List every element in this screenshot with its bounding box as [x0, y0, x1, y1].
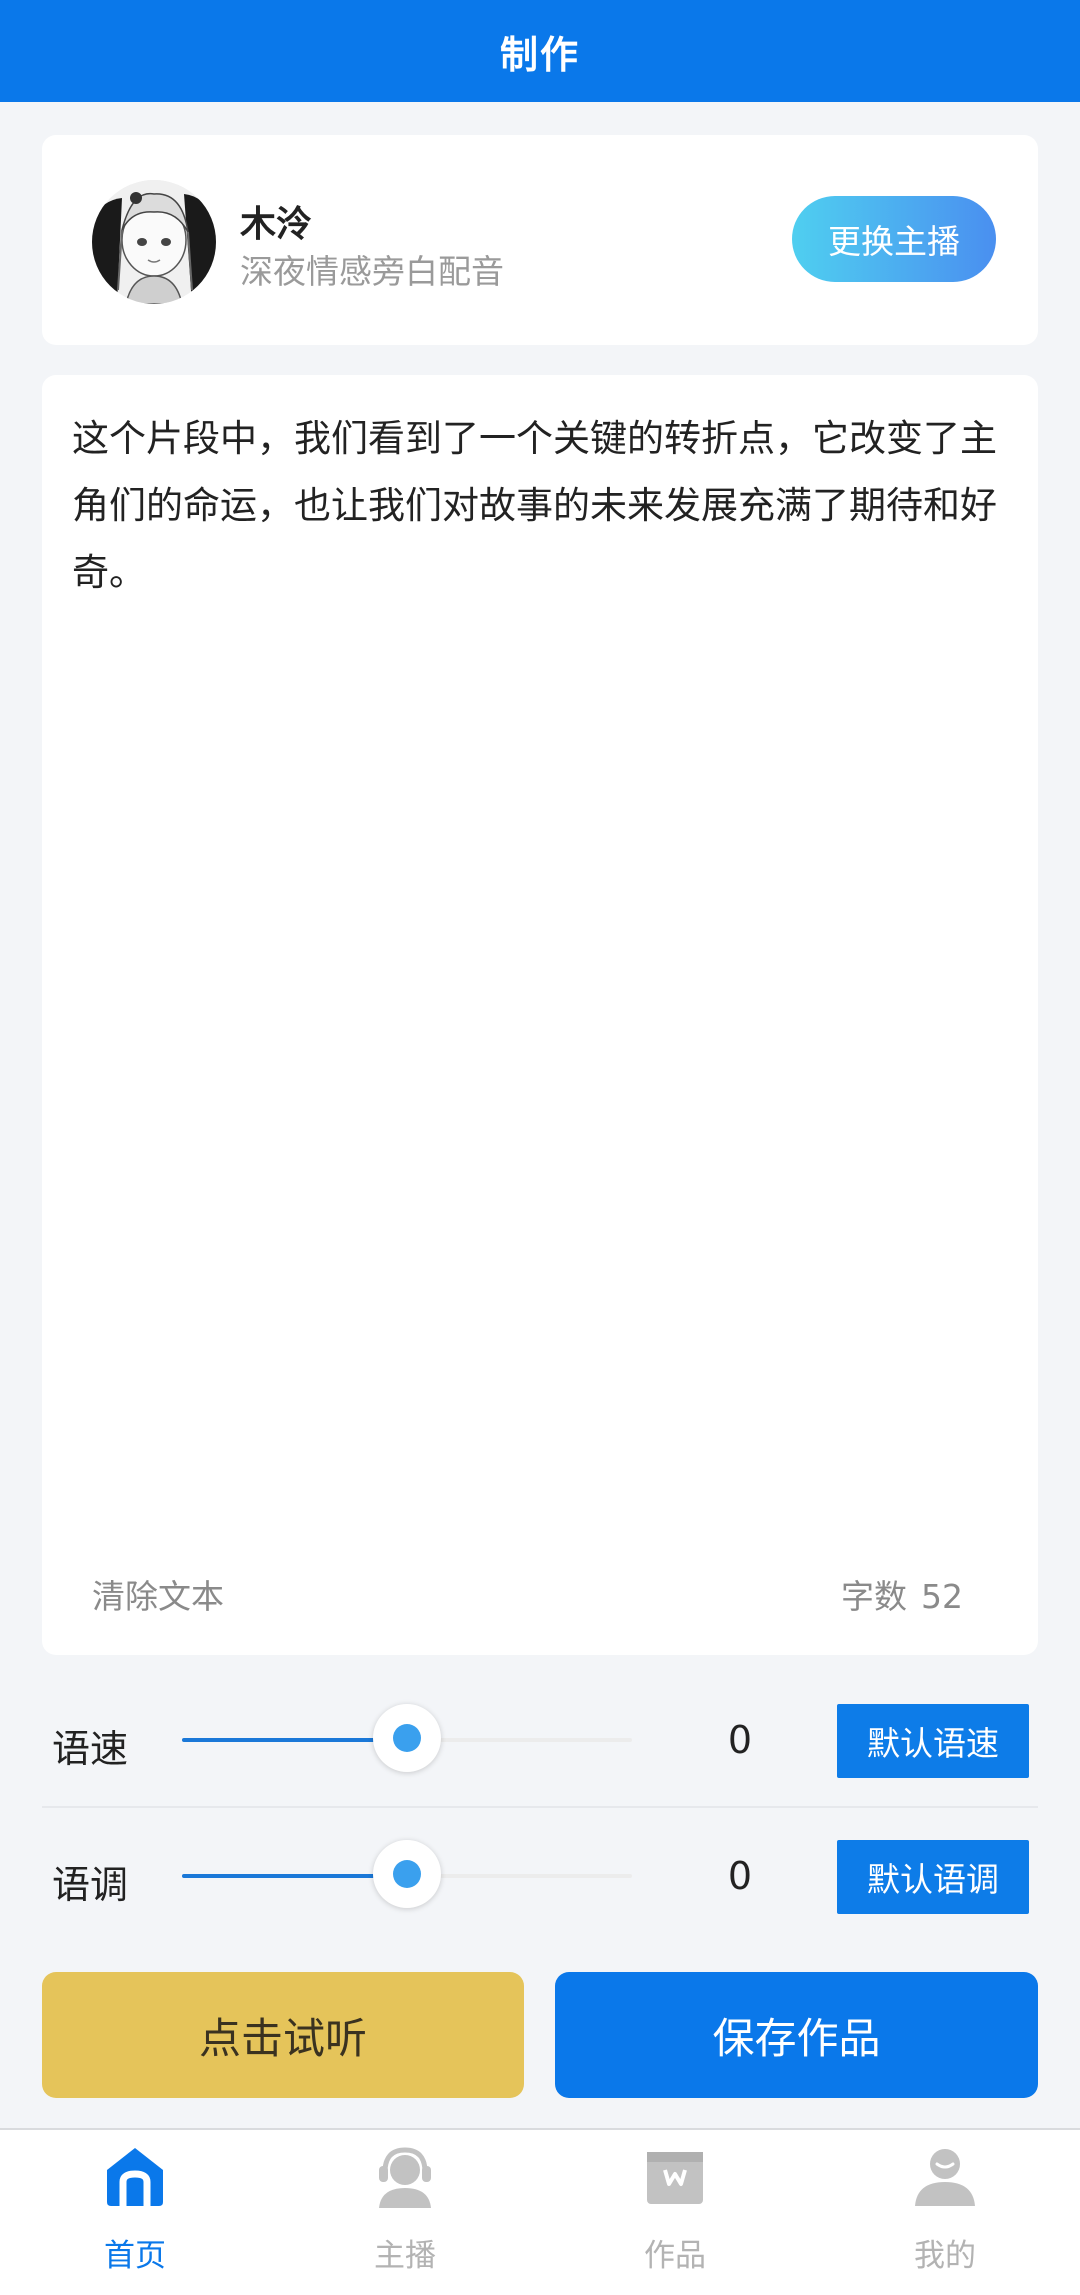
top-bar: 制作 [0, 0, 1080, 102]
host-name: 木泠 [240, 204, 313, 245]
tab-mine-label: 我的 [914, 2238, 976, 2274]
default-pitch-button[interactable]: 默认语调 [837, 1840, 1029, 1914]
page-title: 制作 [499, 32, 580, 77]
speed-label: 语速 [52, 1727, 129, 1771]
tab-works[interactable]: 作品 [540, 2130, 810, 2295]
change-host-button[interactable]: 更换主播 [792, 196, 996, 282]
host-card: 木泠 深夜情感旁白配音 更换主播 [42, 135, 1038, 345]
headset-avatar-icon [373, 2144, 437, 2208]
default-speed-button[interactable]: 默认语速 [837, 1704, 1029, 1778]
tab-home[interactable]: 首页 [0, 2130, 270, 2295]
pitch-value: 0 [727, 1854, 753, 1898]
pitch-slider-thumb[interactable] [373, 1840, 441, 1908]
text-editor-card: 这个片段中，我们看到了一个关键的转折点，它改变了主角们的命运，也让我们对故事的未… [42, 375, 1038, 1655]
speed-value: 0 [727, 1718, 753, 1762]
tab-home-label: 首页 [104, 2238, 166, 2274]
speed-slider-dot [393, 1724, 421, 1752]
host-avatar [92, 180, 216, 304]
listen-button[interactable]: 点击试听 [42, 1972, 524, 2098]
pitch-control-row: 语调 0 默认语调 [0, 1826, 1080, 1926]
tab-works-label: 作品 [644, 2238, 706, 2274]
pitch-slider-dot [393, 1860, 421, 1888]
pitch-label: 语调 [52, 1863, 129, 1907]
tab-host[interactable]: 主播 [270, 2130, 540, 2295]
divider [42, 1806, 1038, 1808]
speed-control-row: 语速 0 默认语速 [0, 1690, 1080, 1790]
char-count-label: 字数 [841, 1577, 907, 1616]
speed-slider-thumb[interactable] [373, 1704, 441, 1772]
char-count-value: 52 [921, 1577, 963, 1616]
tab-mine[interactable]: 我的 [810, 2130, 1080, 2295]
tab-host-label: 主播 [374, 2238, 436, 2274]
clear-text-button[interactable]: 清除文本 [92, 1570, 224, 1618]
box-icon [643, 2144, 707, 2208]
save-work-button[interactable]: 保存作品 [555, 1972, 1038, 2098]
home-icon [103, 2144, 167, 2210]
script-textarea[interactable]: 这个片段中，我们看到了一个关键的转折点，它改变了主角们的命运，也让我们对故事的未… [72, 405, 1012, 606]
char-count: 字数 52 [841, 1570, 963, 1618]
user-icon [913, 2144, 977, 2208]
host-description: 深夜情感旁白配音 [240, 252, 504, 291]
bottom-tab-bar: 首页 主播 作品 我的 [0, 2128, 1080, 2295]
